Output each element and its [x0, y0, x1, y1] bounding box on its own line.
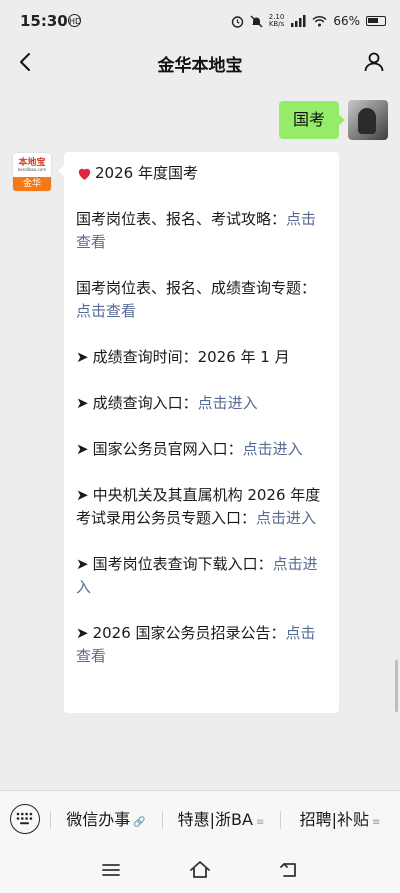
back-nav-icon[interactable] — [278, 859, 300, 881]
net-speed: 2.10 KB/s — [268, 13, 285, 28]
home-icon[interactable] — [189, 859, 211, 881]
person-icon[interactable] — [362, 50, 386, 74]
heading-text: 2026 年度国考 — [95, 164, 198, 182]
submenu-icon: ≡ — [372, 817, 381, 828]
menu-item-wechat-services[interactable]: 微信办事 🔗 — [50, 791, 162, 849]
status-bar: 15:30 HD 2.10 KB/s 66% — [0, 0, 400, 40]
list-item: 国考岗位表、报名、成绩查询专题：点击查看 — [76, 279, 317, 320]
incoming-message-bubble[interactable]: 2026 年度国考 国考岗位表、报名、考试攻略：点击查看 国考岗位表、报名、成绩… — [58, 152, 339, 713]
mute-icon — [250, 15, 263, 27]
list-item: ➤ 中央机关及其直属机构 2026 年度考试录用公务员专题入口：点击进入 — [76, 486, 321, 527]
arrow-icon: ➤ — [76, 624, 89, 642]
keyboard-icon — [16, 812, 33, 825]
status-time: 15:30 — [20, 12, 68, 30]
list-item: ➤ 国考岗位表查询下载入口：点击进入 — [76, 555, 318, 596]
outgoing-message-text: 国考 — [292, 110, 325, 129]
signal-icon — [291, 15, 306, 27]
battery-icon — [366, 16, 386, 26]
enter-link[interactable]: 点击进入 — [198, 394, 258, 412]
view-link[interactable]: 点击查看 — [76, 302, 136, 320]
system-nav-bar — [0, 848, 400, 893]
alarm-icon — [231, 15, 243, 28]
arrow-icon: ➤ — [76, 394, 89, 412]
hd-icon: HD — [68, 14, 81, 27]
link-icon: 🔗 — [133, 817, 146, 828]
menu-item-jobs[interactable]: 招聘|补贴 ≡ — [280, 791, 400, 849]
enter-link[interactable]: 点击进入 — [256, 509, 316, 527]
bot-avatar[interactable]: 本地宝 bendibao.com 金华 — [12, 152, 52, 192]
arrow-icon: ➤ — [76, 555, 89, 573]
heart-icon — [78, 168, 91, 180]
battery-percent: 66% — [333, 14, 360, 28]
chat-title: 金华本地宝 — [157, 56, 243, 76]
chat-header: 金华本地宝 — [0, 40, 400, 84]
arrow-icon: ➤ — [76, 348, 89, 366]
scrollbar[interactable] — [395, 660, 398, 712]
recent-apps-icon[interactable] — [100, 859, 122, 881]
list-item: ➤ 成绩查询入口：点击进入 — [76, 394, 258, 412]
list-item: ➤ 国家公务员官网入口：点击进入 — [76, 440, 303, 458]
status-icons: 2.10 KB/s 66% — [231, 13, 386, 29]
keyboard-toggle-button[interactable] — [10, 804, 40, 834]
arrow-icon: ➤ — [76, 440, 89, 458]
list-item: ➤ 成绩查询时间：2026 年 1 月 — [76, 348, 290, 366]
message-heading: 2026 年度国考 — [76, 162, 327, 185]
submenu-icon: ≡ — [255, 817, 265, 828]
arrow-icon: ➤ — [76, 486, 89, 504]
enter-link[interactable]: 点击进入 — [243, 440, 303, 458]
wifi-icon — [312, 15, 327, 27]
logo-domain: bendibao.com — [17, 167, 47, 172]
list-item: 国考岗位表、报名、考试攻略：点击查看 — [76, 210, 317, 251]
menu-item-deals[interactable]: 特惠|浙BA ≡ — [162, 791, 280, 849]
outgoing-message-bubble[interactable]: 国考 — [278, 101, 346, 139]
service-menu-bar: 微信办事 🔗 特惠|浙BA ≡ 招聘|补贴 ≡ — [0, 790, 400, 848]
user-avatar-figure — [358, 108, 376, 134]
list-item: ➤ 2026 国家公务员招录公告：点击查看 — [76, 624, 316, 665]
logo-city: 金华 — [13, 177, 51, 191]
user-avatar[interactable] — [348, 100, 388, 140]
